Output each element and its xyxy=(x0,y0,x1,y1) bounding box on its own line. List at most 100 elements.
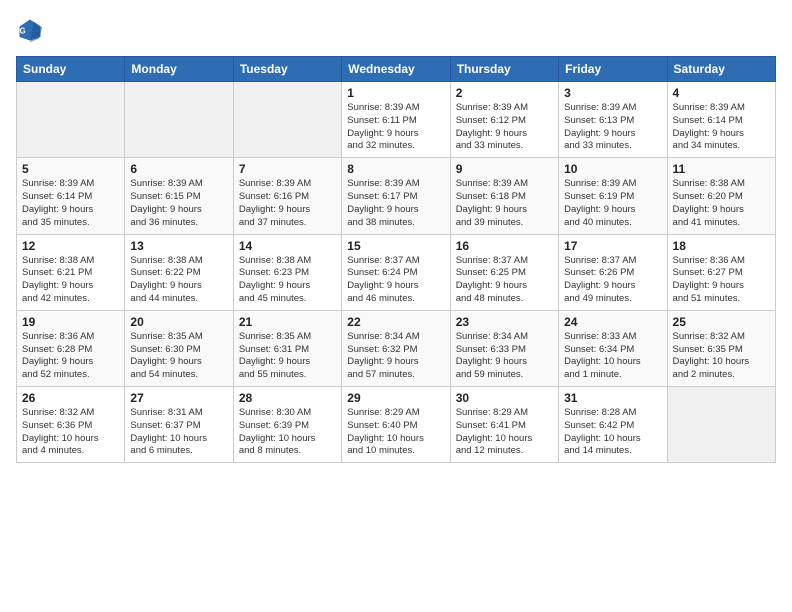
day-number: 18 xyxy=(673,239,770,253)
calendar-cell: 14 Sunrise: 8:38 AM Sunset: 6:23 PM Dayli… xyxy=(233,234,341,310)
calendar-week-row: 5 Sunrise: 8:39 AM Sunset: 6:14 PM Daylig… xyxy=(17,158,776,234)
calendar-cell: 21 Sunrise: 8:35 AM Sunset: 6:31 PM Dayli… xyxy=(233,310,341,386)
calendar-cell: 17 Sunrise: 8:37 AM Sunset: 6:26 PM Dayli… xyxy=(559,234,667,310)
calendar-cell: 28 Sunrise: 8:30 AM Sunset: 6:39 PM Dayli… xyxy=(233,387,341,463)
day-info: Sunrise: 8:29 AM Sunset: 6:40 PM Dayligh… xyxy=(347,407,444,458)
day-number: 15 xyxy=(347,239,444,253)
calendar-week-row: 26 Sunrise: 8:32 AM Sunset: 6:36 PM Dayli… xyxy=(17,387,776,463)
day-number: 13 xyxy=(130,239,227,253)
calendar-cell: 16 Sunrise: 8:37 AM Sunset: 6:25 PM Dayli… xyxy=(450,234,558,310)
calendar-cell: 5 Sunrise: 8:39 AM Sunset: 6:14 PM Daylig… xyxy=(17,158,125,234)
calendar-cell: 24Sunrise: 8:33 AM Sunset: 6:34 PM Dayli… xyxy=(559,310,667,386)
day-number: 30 xyxy=(456,391,553,405)
day-number: 5 xyxy=(22,162,119,176)
weekday-header: Saturday xyxy=(667,57,775,82)
day-info: Sunrise: 8:39 AM Sunset: 6:13 PM Dayligh… xyxy=(564,102,661,153)
calendar-cell: 1Sunrise: 8:39 AM Sunset: 6:11 PM Daylig… xyxy=(342,82,450,158)
weekday-header: Wednesday xyxy=(342,57,450,82)
calendar-cell xyxy=(17,82,125,158)
day-info: Sunrise: 8:37 AM Sunset: 6:24 PM Dayligh… xyxy=(347,255,444,306)
day-number: 21 xyxy=(239,315,336,329)
day-number: 12 xyxy=(22,239,119,253)
day-info: Sunrise: 8:32 AM Sunset: 6:36 PM Dayligh… xyxy=(22,407,119,458)
day-number: 22 xyxy=(347,315,444,329)
calendar-cell: 22 Sunrise: 8:34 AM Sunset: 6:32 PM Dayli… xyxy=(342,310,450,386)
day-number: 8 xyxy=(347,162,444,176)
calendar-table: SundayMondayTuesdayWednesdayThursdayFrid… xyxy=(16,56,776,463)
day-info: Sunrise: 8:36 AM Sunset: 6:27 PM Dayligh… xyxy=(673,255,770,306)
day-info: Sunrise: 8:36 AM Sunset: 6:28 PM Dayligh… xyxy=(22,331,119,382)
day-info: Sunrise: 8:32 AM Sunset: 6:35 PM Dayligh… xyxy=(673,331,770,382)
calendar-cell: 7 Sunrise: 8:39 AM Sunset: 6:16 PM Daylig… xyxy=(233,158,341,234)
day-info: Sunrise: 8:28 AM Sunset: 6:42 PM Dayligh… xyxy=(564,407,661,458)
logo: G xyxy=(16,16,48,44)
day-info: Sunrise: 8:33 AM Sunset: 6:34 PM Dayligh… xyxy=(564,331,661,382)
day-number: 3 xyxy=(564,86,661,100)
day-info: Sunrise: 8:34 AM Sunset: 6:33 PM Dayligh… xyxy=(456,331,553,382)
day-info: Sunrise: 8:29 AM Sunset: 6:41 PM Dayligh… xyxy=(456,407,553,458)
day-number: 7 xyxy=(239,162,336,176)
day-number: 10 xyxy=(564,162,661,176)
day-info: Sunrise: 8:38 AM Sunset: 6:20 PM Dayligh… xyxy=(673,178,770,229)
day-number: 2 xyxy=(456,86,553,100)
day-number: 26 xyxy=(22,391,119,405)
calendar-cell: 25 Sunrise: 8:32 AM Sunset: 6:35 PM Dayli… xyxy=(667,310,775,386)
calendar-cell: 27 Sunrise: 8:31 AM Sunset: 6:37 PM Dayli… xyxy=(125,387,233,463)
day-info: Sunrise: 8:34 AM Sunset: 6:32 PM Dayligh… xyxy=(347,331,444,382)
calendar-week-row: 1Sunrise: 8:39 AM Sunset: 6:11 PM Daylig… xyxy=(17,82,776,158)
calendar-week-row: 19 Sunrise: 8:36 AM Sunset: 6:28 PM Dayli… xyxy=(17,310,776,386)
calendar-cell: 9Sunrise: 8:39 AM Sunset: 6:18 PM Daylig… xyxy=(450,158,558,234)
calendar-cell: 8 Sunrise: 8:39 AM Sunset: 6:17 PM Daylig… xyxy=(342,158,450,234)
day-number: 11 xyxy=(673,162,770,176)
day-info: Sunrise: 8:38 AM Sunset: 6:23 PM Dayligh… xyxy=(239,255,336,306)
calendar-cell: 13 Sunrise: 8:38 AM Sunset: 6:22 PM Dayli… xyxy=(125,234,233,310)
day-info: Sunrise: 8:31 AM Sunset: 6:37 PM Dayligh… xyxy=(130,407,227,458)
weekday-header: Friday xyxy=(559,57,667,82)
day-number: 4 xyxy=(673,86,770,100)
day-number: 1 xyxy=(347,86,444,100)
day-info: Sunrise: 8:39 AM Sunset: 6:14 PM Dayligh… xyxy=(22,178,119,229)
calendar-cell: 11 Sunrise: 8:38 AM Sunset: 6:20 PM Dayli… xyxy=(667,158,775,234)
calendar-cell: 10 Sunrise: 8:39 AM Sunset: 6:19 PM Dayli… xyxy=(559,158,667,234)
day-number: 17 xyxy=(564,239,661,253)
calendar-cell xyxy=(233,82,341,158)
day-info: Sunrise: 8:30 AM Sunset: 6:39 PM Dayligh… xyxy=(239,407,336,458)
page-header: G xyxy=(16,16,776,44)
day-info: Sunrise: 8:38 AM Sunset: 6:22 PM Dayligh… xyxy=(130,255,227,306)
day-number: 20 xyxy=(130,315,227,329)
calendar-cell: 3 Sunrise: 8:39 AM Sunset: 6:13 PM Daylig… xyxy=(559,82,667,158)
day-info: Sunrise: 8:39 AM Sunset: 6:16 PM Dayligh… xyxy=(239,178,336,229)
weekday-header: Tuesday xyxy=(233,57,341,82)
day-number: 6 xyxy=(130,162,227,176)
day-number: 9 xyxy=(456,162,553,176)
day-info: Sunrise: 8:39 AM Sunset: 6:14 PM Dayligh… xyxy=(673,102,770,153)
calendar-cell: 2Sunrise: 8:39 AM Sunset: 6:12 PM Daylig… xyxy=(450,82,558,158)
day-info: Sunrise: 8:35 AM Sunset: 6:31 PM Dayligh… xyxy=(239,331,336,382)
calendar-cell: 20Sunrise: 8:35 AM Sunset: 6:30 PM Dayli… xyxy=(125,310,233,386)
day-number: 27 xyxy=(130,391,227,405)
weekday-header: Thursday xyxy=(450,57,558,82)
calendar-cell: 4 Sunrise: 8:39 AM Sunset: 6:14 PM Daylig… xyxy=(667,82,775,158)
calendar-cell xyxy=(667,387,775,463)
calendar-cell: 6 Sunrise: 8:39 AM Sunset: 6:15 PM Daylig… xyxy=(125,158,233,234)
weekday-header: Sunday xyxy=(17,57,125,82)
svg-text:G: G xyxy=(20,27,26,36)
day-info: Sunrise: 8:37 AM Sunset: 6:26 PM Dayligh… xyxy=(564,255,661,306)
day-number: 28 xyxy=(239,391,336,405)
day-number: 14 xyxy=(239,239,336,253)
day-info: Sunrise: 8:37 AM Sunset: 6:25 PM Dayligh… xyxy=(456,255,553,306)
day-number: 16 xyxy=(456,239,553,253)
day-number: 29 xyxy=(347,391,444,405)
day-info: Sunrise: 8:39 AM Sunset: 6:19 PM Dayligh… xyxy=(564,178,661,229)
day-info: Sunrise: 8:39 AM Sunset: 6:17 PM Dayligh… xyxy=(347,178,444,229)
day-number: 19 xyxy=(22,315,119,329)
day-number: 31 xyxy=(564,391,661,405)
calendar-cell: 23Sunrise: 8:34 AM Sunset: 6:33 PM Dayli… xyxy=(450,310,558,386)
day-number: 25 xyxy=(673,315,770,329)
calendar-cell: 18 Sunrise: 8:36 AM Sunset: 6:27 PM Dayli… xyxy=(667,234,775,310)
day-info: Sunrise: 8:38 AM Sunset: 6:21 PM Dayligh… xyxy=(22,255,119,306)
day-info: Sunrise: 8:39 AM Sunset: 6:15 PM Dayligh… xyxy=(130,178,227,229)
weekday-header: Monday xyxy=(125,57,233,82)
calendar-cell: 29 Sunrise: 8:29 AM Sunset: 6:40 PM Dayli… xyxy=(342,387,450,463)
calendar-cell xyxy=(125,82,233,158)
